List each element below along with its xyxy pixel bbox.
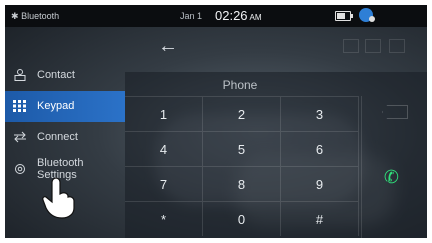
touch-hand-icon [42,177,75,219]
keypad-grid: 1 2 3 4 5 6 7 8 9 * 0 # [125,96,360,238]
phone-call-icon: ✆ [382,165,401,189]
keypad-key-4[interactable]: 4 [125,131,203,166]
sidebar-item-label: Keypad [37,100,75,112]
keypad-panel: Phone 1 2 3 4 5 6 7 8 9 * 0 # ✆ [125,72,427,238]
keypad-key-2[interactable]: 2 [203,96,281,131]
keypad-key-1[interactable]: 1 [125,96,203,131]
battery-icon [335,11,353,21]
back-arrow-icon: ← [158,35,178,57]
phone-connection-icon [359,8,375,22]
back-button[interactable]: ← [158,36,178,56]
bluetooth-status: ✱ Bluetooth [11,11,59,22]
connect-icon [14,131,26,143]
delete-button[interactable] [382,105,408,119]
call-button[interactable]: ✆ [382,166,401,189]
infotainment-screen: ✱ Bluetooth Jan 1 02:26 AM ← Contact Key… [5,5,427,238]
clock-ampm: AM [249,13,262,22]
menu-icon [343,39,359,53]
clock: 02:26 AM [215,8,262,23]
keypad-key-0[interactable]: 0 [203,201,281,236]
keypad-key-9[interactable]: 9 [281,166,359,201]
keypad-icon [13,100,26,112]
status-bar: ✱ Bluetooth Jan 1 02:26 AM [5,5,427,27]
contact-icon [14,69,26,81]
keypad-actions: ✆ [361,96,427,238]
keypad-key-hash[interactable]: # [281,201,359,236]
menu-icon [389,39,405,53]
keypad-key-7[interactable]: 7 [125,166,203,201]
keypad-key-8[interactable]: 8 [203,166,281,201]
settings-icon [15,164,25,174]
clock-time: 02:26 [215,8,248,23]
sidebar-item-label: Contact [37,69,75,81]
menu-icon [365,39,381,53]
sidebar-item-label: Connect [37,131,78,143]
sidebar: Contact Keypad Connect Bluetooth Setting… [5,60,125,187]
keypad-key-6[interactable]: 6 [281,131,359,166]
keypad-key-3[interactable]: 3 [281,96,359,131]
keypad-key-5[interactable]: 5 [203,131,281,166]
bluetooth-status-label: Bluetooth [21,11,60,21]
sidebar-item-keypad[interactable]: Keypad [5,91,125,122]
bluetooth-icon: ✱ [11,11,19,21]
keypad-key-star[interactable]: * [125,201,203,236]
sidebar-item-connect[interactable]: Connect [5,122,125,153]
keypad-title: Phone [222,78,258,92]
sidebar-item-contact[interactable]: Contact [5,60,125,91]
date: Jan 1 [180,11,203,21]
